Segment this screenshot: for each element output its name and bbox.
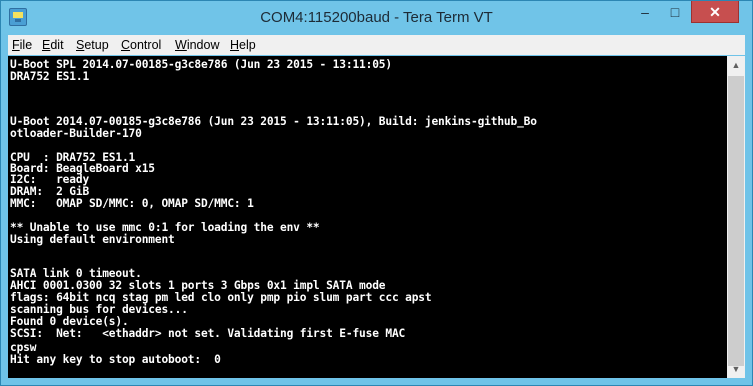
scroll-down-arrow-icon[interactable]: ▼ bbox=[727, 360, 745, 378]
menu-bar: File Edit Setup Control Window Help bbox=[8, 35, 745, 55]
tera-term-window: COM4:115200baud - Tera Term VT – □ ✕ Fil… bbox=[0, 0, 753, 386]
terminal-line: DRA752 ES1.1 bbox=[10, 70, 90, 83]
terminal-line: MMC: OMAP SD/MMC: 0, OMAP SD/MMC: 1 bbox=[10, 197, 254, 210]
close-button[interactable]: ✕ bbox=[691, 1, 739, 23]
terminal-line: SCSI: Net: <ethaddr> not set. Validating… bbox=[10, 327, 406, 340]
menu-control[interactable]: Control bbox=[121, 38, 161, 52]
maximize-button[interactable]: □ bbox=[661, 1, 689, 23]
terminal-line: Using default environment bbox=[10, 233, 175, 246]
terminal-line: Hit any key to stop autoboot: 0 bbox=[10, 353, 221, 366]
menu-setup[interactable]: Setup bbox=[76, 38, 109, 52]
menu-edit[interactable]: Edit bbox=[42, 38, 64, 52]
scroll-up-arrow-icon[interactable]: ▲ bbox=[727, 56, 745, 74]
scroll-thumb[interactable] bbox=[728, 76, 744, 366]
terminal-line: otloader-Builder-170 bbox=[10, 127, 142, 140]
title-bar[interactable]: COM4:115200baud - Tera Term VT – □ ✕ bbox=[1, 1, 752, 34]
menu-file[interactable]: File bbox=[12, 38, 32, 52]
terminal-output[interactable]: U-Boot SPL 2014.07-00185-g3c8e786 (Jun 2… bbox=[8, 56, 727, 378]
menu-help[interactable]: Help bbox=[230, 38, 256, 52]
menu-window[interactable]: Window bbox=[175, 38, 219, 52]
vertical-scrollbar[interactable]: ▲ ▼ bbox=[727, 56, 745, 378]
minimize-button[interactable]: – bbox=[631, 1, 659, 23]
